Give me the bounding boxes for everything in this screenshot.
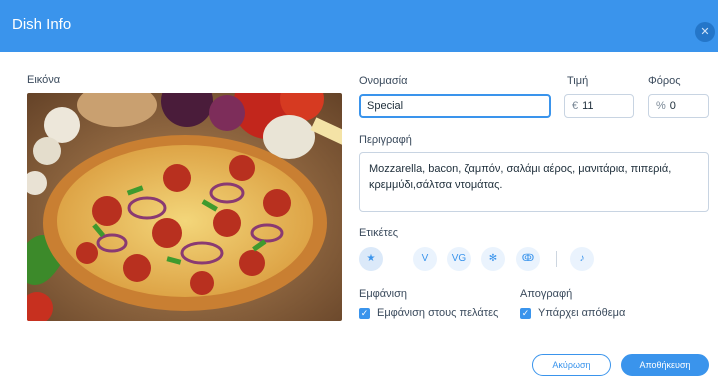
percent-prefix: % <box>656 100 666 112</box>
price-label: Τιμή <box>567 75 589 87</box>
close-icon[interactable]: ✕ <box>695 22 715 42</box>
inventory-checkbox-label: Υπάρχει απόθεμα <box>538 307 626 319</box>
name-value: Special <box>367 100 404 112</box>
name-label: Ονομασία <box>359 75 408 87</box>
price-value: 11 <box>582 100 594 112</box>
tags-divider <box>556 251 557 267</box>
name-input[interactable]: Special <box>359 94 551 118</box>
dialog-header: Dish Info ✕ <box>0 0 718 52</box>
tags-label: Ετικέτες <box>359 227 399 239</box>
inventory-label: Απογραφή <box>520 288 573 300</box>
description-label: Περιγραφή <box>359 134 412 146</box>
star-icon[interactable]: ★ <box>359 247 383 271</box>
tax-label: Φόρος <box>648 75 681 87</box>
dish-image[interactable] <box>27 93 342 321</box>
visibility-label: Εμφάνιση <box>359 288 408 300</box>
price-input[interactable]: €11 <box>564 94 634 118</box>
description-textarea[interactable]: Mozzarella, bacon, ζαμπόν, σαλάμι αέρος,… <box>359 152 709 212</box>
pizza-photo <box>27 93 342 321</box>
organic-icon[interactable]: ↂ <box>516 247 540 271</box>
visibility-checkbox[interactable]: ✓ <box>359 308 370 319</box>
dialog-title: Dish Info <box>12 16 72 33</box>
cancel-button[interactable]: Ακύρωση <box>532 354 611 376</box>
inventory-checkbox[interactable]: ✓ <box>520 308 531 319</box>
gluten-free-icon[interactable]: ✻ <box>481 247 505 271</box>
currency-prefix: € <box>572 100 579 112</box>
vegetarian-icon[interactable]: V <box>413 247 437 271</box>
visibility-checkbox-label: Εμφάνιση στους πελάτες <box>377 307 499 319</box>
save-button[interactable]: Αποθήκευση <box>621 354 709 376</box>
tax-value: 0 <box>669 100 676 112</box>
spicy-icon[interactable]: ♪ <box>570 247 594 271</box>
tax-input[interactable]: % 0 <box>648 94 709 118</box>
image-label: Εικόνα <box>27 74 61 86</box>
vegan-icon[interactable]: VG <box>447 247 471 271</box>
